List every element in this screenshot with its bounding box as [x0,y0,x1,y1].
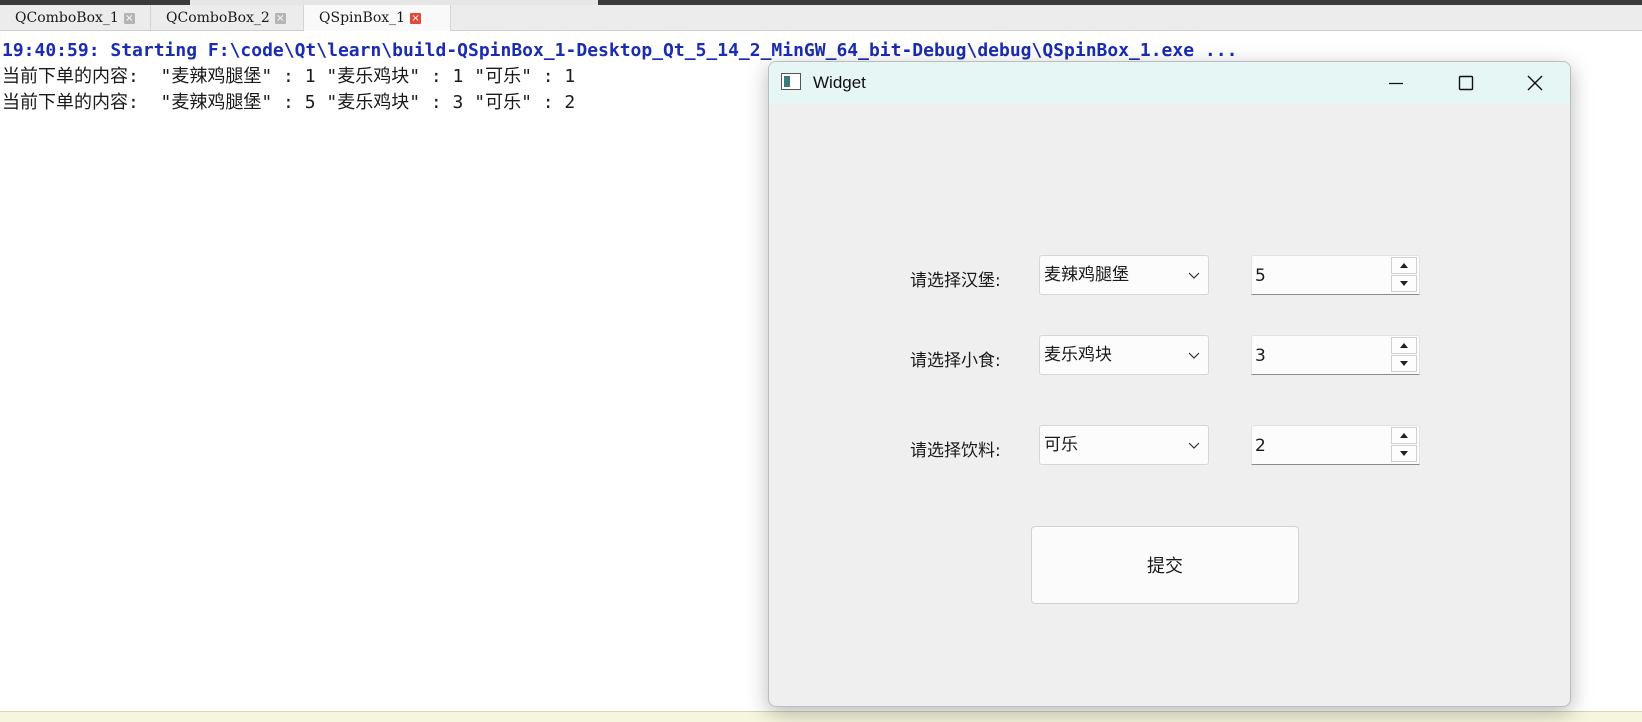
arrow-down-icon [1400,361,1408,366]
arrow-down-icon [1400,281,1408,286]
spin-value: 5 [1255,266,1266,286]
snack-quantity-spinbox[interactable]: 3 [1251,335,1420,375]
minimize-button[interactable] [1361,62,1431,104]
chevron-down-icon [1188,352,1200,359]
spin-up-button[interactable] [1391,257,1417,274]
combo-value: 麦辣鸡腿堡 [1044,265,1129,285]
status-strip [0,711,1642,722]
drink-label: 请选择饮料: [910,441,1001,461]
arrow-down-icon [1400,451,1408,456]
tab-label: QComboBox_1 [15,9,119,26]
snack-combo[interactable]: 麦乐鸡块 [1039,335,1209,375]
widget-window: Widget 请选择汉堡: 麦辣鸡腿堡 5 请选择小食: 麦乐鸡块 3 请选择饮… [768,61,1571,707]
spin-value: 2 [1255,436,1266,456]
burger-quantity-spinbox[interactable]: 5 [1251,255,1420,295]
drink-combo[interactable]: 可乐 [1039,425,1209,465]
spin-value: 3 [1255,346,1266,366]
arrow-up-icon [1400,433,1408,438]
close-tab-icon[interactable]: × [410,13,422,24]
burger-label: 请选择汉堡: [910,271,1001,291]
tab-qspinbox-1[interactable]: QSpinBox_1 × [304,5,451,31]
close-tab-icon[interactable]: × [123,12,135,24]
submit-button[interactable]: 提交 [1031,526,1299,604]
combo-value: 麦乐鸡块 [1044,345,1112,365]
maximize-icon [1458,75,1474,91]
window-titlebar[interactable]: Widget [769,62,1570,104]
chevron-down-icon [1188,442,1200,449]
arrow-up-icon [1400,263,1408,268]
tab-qcombobox-1[interactable]: QComboBox_1 × [0,5,151,30]
minimize-icon [1389,82,1403,85]
tab-qcombobox-2[interactable]: QComboBox_2 × [151,5,304,30]
close-icon [1527,75,1543,91]
spin-up-button[interactable] [1391,337,1417,354]
spin-down-button[interactable] [1391,275,1417,292]
maximize-button[interactable] [1431,62,1501,104]
window-title: Widget [813,73,866,92]
spin-down-button[interactable] [1391,355,1417,372]
tab-label: QComboBox_2 [166,9,270,26]
arrow-up-icon [1400,343,1408,348]
chevron-down-icon [1188,272,1200,279]
spin-up-button[interactable] [1391,427,1417,444]
drink-quantity-spinbox[interactable]: 2 [1251,425,1420,465]
close-button[interactable] [1500,62,1570,104]
tab-label: QSpinBox_1 [319,10,406,26]
burger-combo[interactable]: 麦辣鸡腿堡 [1039,255,1209,295]
combo-value: 可乐 [1044,435,1078,455]
editor-tab-bar: QComboBox_1 × QComboBox_2 × QSpinBox_1 × [0,5,1642,31]
snack-label: 请选择小食: [910,351,1001,371]
window-app-icon [781,73,801,90]
close-tab-icon[interactable]: × [274,12,286,24]
spin-down-button[interactable] [1391,445,1417,462]
